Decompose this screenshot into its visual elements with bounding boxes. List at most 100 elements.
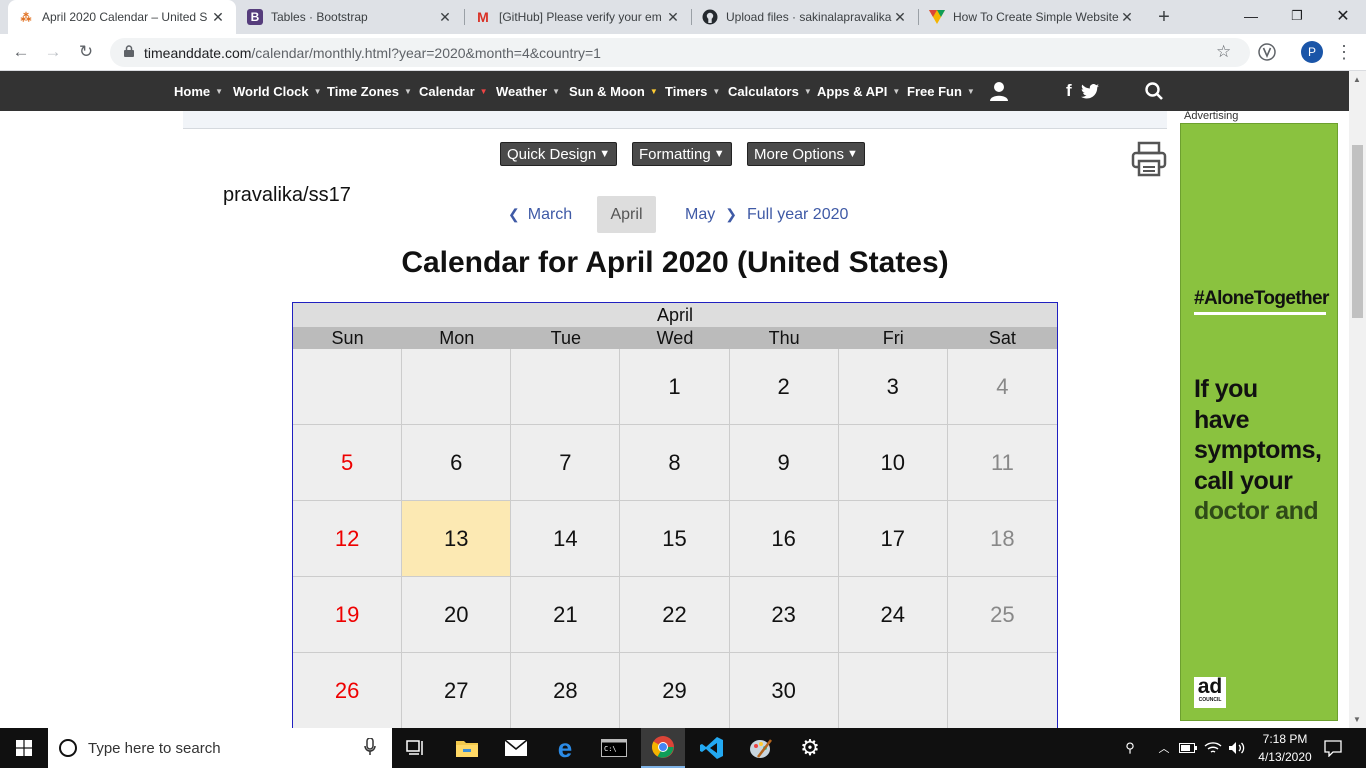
file-explorer-icon[interactable] — [445, 728, 489, 768]
current-month-tab[interactable]: April — [597, 196, 656, 233]
restore-window-icon[interactable]: ❐ — [1274, 0, 1320, 32]
tab-github-verify[interactable]: M [GitHub] Please verify your em ✕ — [465, 0, 691, 34]
calendar-empty-cell — [293, 349, 403, 425]
mail-icon[interactable] — [494, 728, 538, 768]
calendar-day-cell[interactable]: 22 — [620, 577, 730, 653]
vscode-icon[interactable] — [690, 728, 734, 768]
scroll-down-icon[interactable]: ▼ — [1353, 715, 1361, 724]
calendar-day-cell[interactable]: 29 — [620, 653, 730, 729]
browser-menu-icon[interactable]: ⋮ — [1331, 39, 1357, 65]
close-tab-icon[interactable]: ✕ — [665, 9, 681, 26]
more-options-button[interactable]: More Options ▼ — [747, 142, 865, 166]
calendar-day-cell[interactable]: 13 — [402, 501, 512, 577]
calendar-day-cell[interactable]: 3 — [838, 349, 948, 425]
calendar-day-cell[interactable]: 14 — [511, 501, 621, 577]
paint-app-icon[interactable] — [739, 728, 783, 768]
calendar-day-cell[interactable]: 26 — [293, 653, 403, 729]
nav-item-apps-api[interactable]: Apps & API ▼ — [817, 71, 900, 111]
close-tab-icon[interactable]: ✕ — [892, 9, 908, 26]
notifications-icon[interactable] — [1320, 728, 1346, 768]
tab-upload-files[interactable]: Upload files · sakinalapravalika ✕ — [692, 0, 918, 34]
settings-gear-icon[interactable]: ⚙ — [788, 728, 832, 768]
chrome-browser-icon[interactable] — [641, 728, 685, 768]
nav-item-world-clock[interactable]: World Clock ▼ — [233, 71, 322, 111]
calendar-day-cell[interactable]: 20 — [402, 577, 512, 653]
people-icon[interactable]: ⚲ — [1118, 728, 1142, 768]
close-tab-icon[interactable]: ✕ — [210, 9, 226, 26]
calendar-day-cell[interactable]: 9 — [729, 425, 839, 501]
back-icon[interactable]: ← — [8, 39, 34, 65]
calendar-day-cell[interactable]: 23 — [729, 577, 839, 653]
print-icon[interactable] — [1131, 141, 1167, 182]
nav-item-weather[interactable]: Weather ▼ — [496, 71, 560, 111]
calendar-day-cell[interactable]: 8 — [620, 425, 730, 501]
forward-icon[interactable]: → — [40, 39, 66, 65]
calendar-day-cell[interactable]: 10 — [838, 425, 948, 501]
ad-underline — [1194, 312, 1326, 315]
tab-bootstrap-tables[interactable]: B Tables · Bootstrap ✕ — [237, 0, 463, 34]
new-tab-icon[interactable]: + — [1152, 5, 1176, 29]
calendar-day-cell[interactable]: 28 — [511, 653, 621, 729]
show-hidden-icons-icon[interactable]: ︿ — [1156, 728, 1172, 768]
calendar-day-cell[interactable]: 5 — [293, 425, 403, 501]
close-tab-icon[interactable]: ✕ — [437, 9, 453, 26]
nav-item-timers[interactable]: Timers ▼ — [665, 71, 720, 111]
calendar-day-cell[interactable]: 12 — [293, 501, 403, 577]
calendar-day-cell[interactable]: 15 — [620, 501, 730, 577]
calendar-day-cell[interactable]: 1 — [620, 349, 730, 425]
calendar-day-cell[interactable]: 25 — [947, 577, 1057, 653]
calendar-day-cell[interactable]: 18 — [947, 501, 1057, 577]
user-account-icon[interactable] — [989, 71, 1009, 111]
prev-month-link[interactable]: ❮ March — [508, 196, 572, 233]
ad-banner[interactable]: #AloneTogether If you have symptoms, cal… — [1180, 123, 1338, 721]
volume-icon[interactable] — [1226, 728, 1248, 768]
calendar-day-cell[interactable]: 27 — [402, 653, 512, 729]
taskbar-search-box[interactable]: Type here to search — [48, 728, 392, 768]
nav-label: Sun & Moon — [569, 83, 645, 99]
calendar-day-cell[interactable]: 30 — [729, 653, 839, 729]
nav-item-sun-moon[interactable]: Sun & Moon ▼ — [569, 71, 658, 111]
formatting-button[interactable]: Formatting ▼ — [632, 142, 732, 166]
bookmark-star-icon[interactable]: ☆ — [1216, 42, 1231, 62]
extension-v-icon[interactable] — [1254, 39, 1280, 65]
twitter-icon[interactable] — [1081, 71, 1099, 111]
calendar-day-cell[interactable]: 19 — [293, 577, 403, 653]
next-month-link[interactable]: May ❯ — [685, 196, 737, 233]
calendar-day-cell[interactable]: 16 — [729, 501, 839, 577]
tab-simple-website[interactable]: How To Create Simple Website ✕ — [919, 0, 1145, 34]
edge-browser-icon[interactable]: e — [543, 728, 587, 768]
calendar-day-cell[interactable]: 24 — [838, 577, 948, 653]
calendar-day-cell[interactable]: 7 — [511, 425, 621, 501]
scroll-up-icon[interactable]: ▲ — [1353, 75, 1361, 84]
windows-start-icon[interactable] — [0, 728, 48, 768]
nav-item-time-zones[interactable]: Time Zones ▼ — [327, 71, 412, 111]
minimize-window-icon[interactable]: — — [1228, 0, 1274, 32]
microphone-icon[interactable] — [364, 737, 376, 761]
calendar-day-cell[interactable]: 4 — [947, 349, 1057, 425]
battery-icon[interactable] — [1178, 728, 1198, 768]
calendar-day-cell[interactable]: 11 — [947, 425, 1057, 501]
calendar-day-cell[interactable]: 17 — [838, 501, 948, 577]
calendar-day-cell[interactable]: 2 — [729, 349, 839, 425]
facebook-icon[interactable]: f — [1066, 71, 1072, 111]
reload-icon[interactable]: ↻ — [73, 39, 99, 65]
task-view-icon[interactable] — [396, 728, 436, 768]
tab-april-calendar[interactable]: ⁂ April 2020 Calendar – United S ✕ — [8, 0, 236, 34]
profile-avatar[interactable]: P — [1301, 41, 1323, 63]
full-year-link[interactable]: Full year 2020 — [747, 196, 848, 233]
scrollbar-thumb[interactable] — [1352, 145, 1363, 318]
taskbar-clock[interactable]: 7:18 PM 4/13/2020 — [1252, 730, 1318, 766]
nav-item-home[interactable]: Home ▼ — [174, 71, 223, 111]
calendar-day-cell[interactable]: 21 — [511, 577, 621, 653]
quick-design-button[interactable]: Quick Design ▼ — [500, 142, 617, 166]
search-icon[interactable] — [1145, 71, 1163, 111]
close-window-icon[interactable]: ✕ — [1320, 0, 1366, 32]
address-bar[interactable]: timeanddate.com /calendar/monthly.html?y… — [110, 38, 1250, 67]
nav-item-calendar[interactable]: Calendar ▼ — [419, 71, 488, 111]
terminal-icon[interactable]: C:\ — [592, 728, 636, 768]
calendar-day-cell[interactable]: 6 — [402, 425, 512, 501]
close-tab-icon[interactable]: ✕ — [1119, 9, 1135, 26]
nav-item-calculators[interactable]: Calculators ▼ — [728, 71, 812, 111]
nav-item-free-fun[interactable]: Free Fun ▼ — [907, 71, 975, 111]
wifi-icon[interactable] — [1202, 728, 1224, 768]
